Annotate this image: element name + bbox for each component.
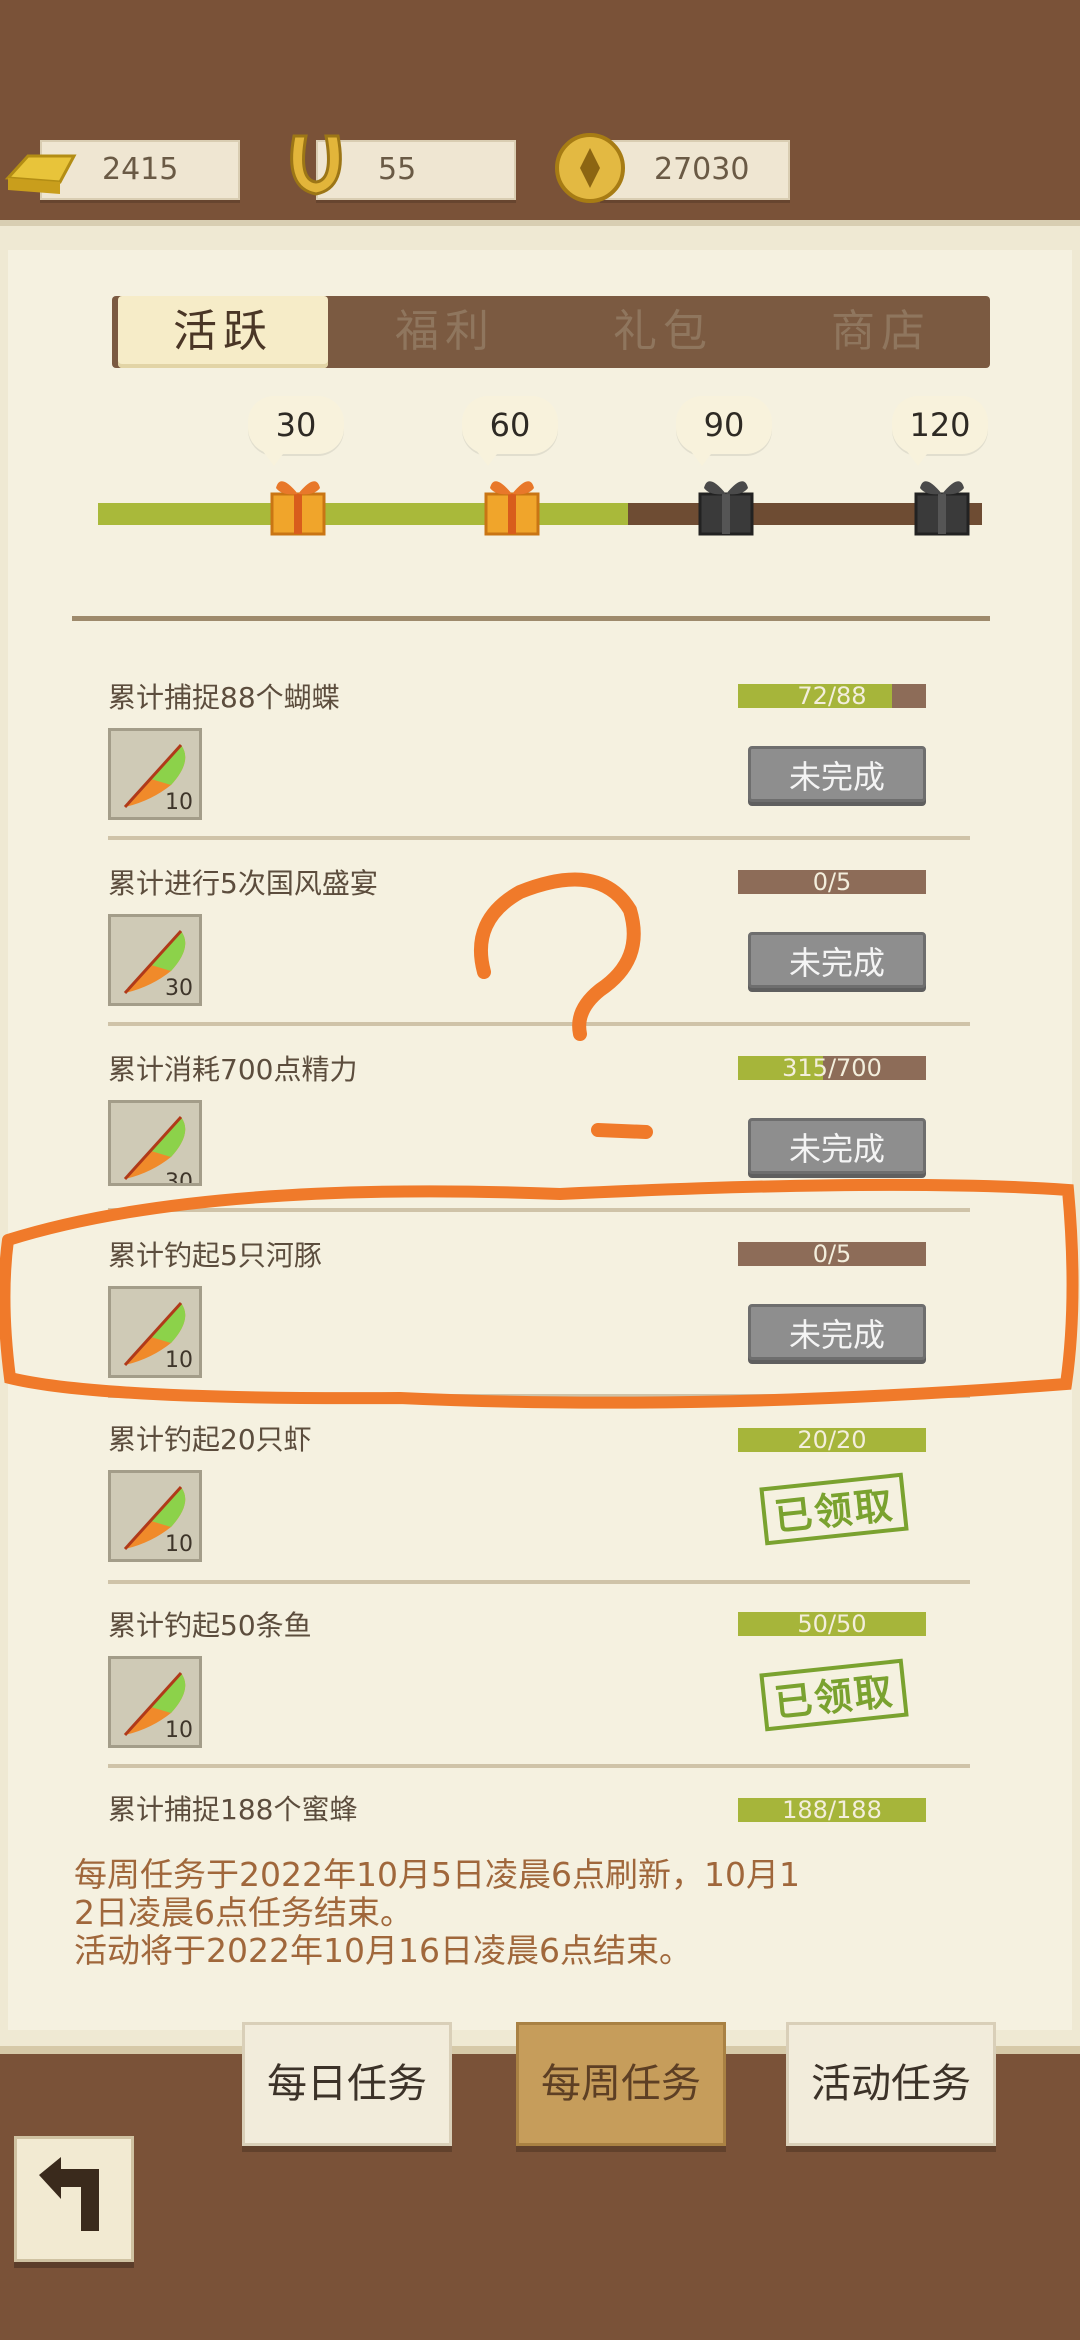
handwritten-annotation: [0, 872, 1079, 1409]
